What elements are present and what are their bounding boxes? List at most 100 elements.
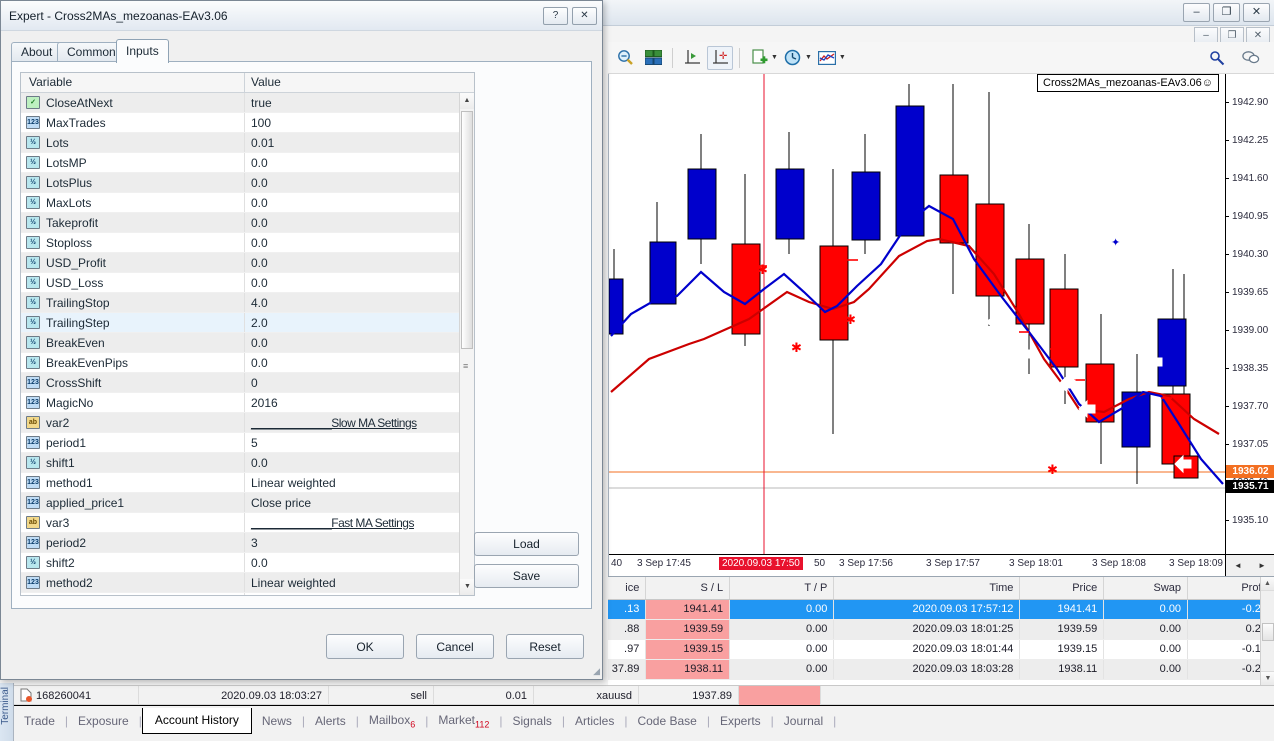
grid-body[interactable]: ✓CloseAtNext true 123MaxTrades 100 ½Lots… (21, 93, 474, 595)
grid-row[interactable]: abvar3 _____________Fast MA Settings (21, 513, 474, 533)
grid-row[interactable]: ✓CloseAtNext true (21, 93, 474, 113)
variable-value[interactable]: 0.0 (245, 333, 474, 352)
variable-value[interactable]: 2.0 (245, 313, 474, 332)
variable-value[interactable]: 0.0 (245, 253, 474, 272)
variable-value[interactable]: 0.0 (245, 273, 474, 292)
tab-inputs[interactable]: Inputs (116, 39, 169, 63)
grid-row[interactable]: ½BreakEvenPips 0.0 (21, 353, 474, 373)
variable-value[interactable]: 3 (245, 533, 474, 552)
indicators-icon[interactable] (814, 46, 840, 70)
variable-value[interactable]: 0 (245, 373, 474, 392)
grid-row[interactable]: ½BreakEven 0.0 (21, 333, 474, 353)
chat-icon[interactable] (1238, 46, 1264, 70)
grid-row[interactable]: abvar2 _____________Slow MA Settings (21, 413, 474, 433)
variable-value[interactable]: 5 (245, 433, 474, 452)
grid-row[interactable]: 123applied_price1 Close price (21, 493, 474, 513)
scroll-right-icon[interactable]: ► (1258, 561, 1266, 570)
account-history-table[interactable]: ice S / L T / P Time Price Swap Profit .… (608, 577, 1274, 680)
ok-button[interactable]: OK (326, 634, 404, 659)
grid-row[interactable]: 123method1 Linear weighted (21, 473, 474, 493)
grid-col-variable[interactable]: Variable (21, 73, 245, 92)
grid-row[interactable]: 123period2 3 (21, 533, 474, 553)
variable-value[interactable]: 2016 (245, 393, 474, 412)
dialog-close-button[interactable]: ✕ (572, 7, 597, 25)
scroll-down-icon[interactable]: ▼ (1261, 671, 1274, 685)
variable-value[interactable]: 0.0 (245, 193, 474, 212)
variable-value[interactable]: 0.0 (245, 553, 474, 572)
col-take-profit[interactable]: T / P (730, 577, 834, 599)
expert-properties-dialog[interactable]: Expert - Cross2MAs_mezoanas-EAv3.06 ? ✕ … (0, 0, 603, 680)
variable-value[interactable]: 0.0 (245, 213, 474, 232)
grid-row[interactable]: ½shift1 0.0 (21, 453, 474, 473)
zoom-out-icon[interactable] (612, 46, 638, 70)
variable-value[interactable]: _____________Slow MA Settings (251, 416, 417, 430)
window-controls-outer[interactable]: – ❐ ✕ (1183, 3, 1270, 22)
tab-code-base[interactable]: Code Base (627, 710, 706, 732)
terminal-vertical-scrollbar[interactable]: ▲ ▼ (1260, 577, 1274, 685)
grid-scrollbar-thumb[interactable] (461, 111, 473, 349)
col-stop-loss[interactable]: S / L (646, 577, 730, 599)
price-axis[interactable]: 1942.90 1942.25 1941.60 1940.95 1940.30 … (1225, 74, 1274, 554)
variable-value[interactable]: 0.0 (245, 153, 474, 172)
save-button[interactable]: Save (474, 564, 579, 588)
scrollbar-thumb[interactable] (1262, 623, 1274, 641)
grid-row[interactable]: ½LotsMP 0.0 (21, 153, 474, 173)
preset-buttons[interactable]: Load Save (474, 532, 579, 596)
variable-value[interactable]: _____________Fast MA Settings (251, 516, 414, 530)
grid-row[interactable]: 123MagicNo 2016 (21, 393, 474, 413)
search-icon[interactable] (1204, 46, 1230, 70)
grid-row[interactable]: ½LotsPlus 0.0 (21, 173, 474, 193)
cancel-button[interactable]: Cancel (416, 634, 494, 659)
grid-row[interactable]: ½USD_Profit 0.0 (21, 253, 474, 273)
terminal-tab-bar[interactable]: Trade | Exposure | Account History News … (0, 705, 1274, 741)
tab-journal[interactable]: Journal (774, 710, 833, 732)
terminal-panel[interactable]: ice S / L T / P Time Price Swap Profit .… (608, 576, 1274, 685)
time-axis[interactable]: 40 3 Sep 17:45 3 Sep 2020.09.03 17:50 50… (609, 554, 1225, 576)
grid-row[interactable]: 123MaxTrades 100 (21, 113, 474, 133)
variable-value[interactable]: true (245, 93, 474, 112)
grid-row[interactable]: ½Stoploss 0.0 (21, 233, 474, 253)
variable-value[interactable]: Linear weighted (245, 573, 474, 592)
table-row[interactable]: .13 1941.41 0.00 2020.09.03 17:57:12 194… (608, 599, 1274, 619)
variable-value[interactable]: 0.01 (245, 133, 474, 152)
grid-row[interactable]: 123method2 Linear weighted (21, 573, 474, 593)
variable-value[interactable]: Linear weighted (245, 473, 474, 492)
variable-value[interactable]: 0.0 (245, 453, 474, 472)
indicators-dropdown-icon[interactable]: ▼ (839, 54, 846, 61)
col-time[interactable]: Time (834, 577, 1020, 599)
tab-trade[interactable]: Trade (14, 710, 65, 732)
chart-toolbar[interactable]: ✛ ▼ ▼ ▼ (608, 42, 1274, 74)
grid-row[interactable]: ½Takeprofit 0.0 (21, 213, 474, 233)
load-button[interactable]: Load (474, 532, 579, 556)
table-row[interactable]: .88 1939.59 0.00 2020.09.03 18:01:25 193… (608, 619, 1274, 639)
tab-account-history[interactable]: Account History (142, 708, 252, 734)
scroll-up-icon[interactable]: ▲ (1261, 577, 1274, 591)
toolbar-right-group[interactable] (1204, 46, 1274, 70)
variable-value[interactable]: 0.0 (245, 353, 474, 372)
tab-about[interactable]: About (11, 42, 62, 61)
grid-row[interactable]: ½TrailingStop 4.0 (21, 293, 474, 313)
variable-value[interactable]: 4.0 (245, 293, 474, 312)
tab-exposure[interactable]: Exposure (68, 710, 139, 732)
tab-news[interactable]: News (252, 710, 302, 732)
col-price[interactable]: Price (1020, 577, 1104, 599)
inputs-grid-scrollbar[interactable]: ▲ ≡ ▼ (459, 93, 474, 595)
grid-row[interactable]: 123CrossShift 0 (21, 373, 474, 393)
grid-scroll-up-icon[interactable]: ▲ (460, 93, 474, 109)
tab-alerts[interactable]: Alerts (305, 710, 356, 732)
grid-row[interactable]: 123period1 5 (21, 433, 474, 453)
grid-col-value[interactable]: Value (245, 73, 474, 92)
table-row[interactable]: 37.89 1938.11 0.00 2020.09.03 18:03:28 1… (608, 659, 1274, 679)
tab-experts[interactable]: Experts (710, 710, 771, 732)
chart-horizontal-scrollbar[interactable]: ◄ ► (1225, 554, 1274, 576)
terminal-panel-label[interactable]: Terminal (0, 683, 14, 741)
grid-row[interactable]: ½USD_Loss 0.0 (21, 273, 474, 293)
close-button[interactable]: ✕ (1243, 3, 1270, 22)
grid-scroll-down-icon[interactable]: ▼ (460, 579, 475, 595)
col-price-open[interactable]: ice (608, 577, 646, 599)
variable-value[interactable]: Close price (245, 493, 474, 512)
grid-row-selected[interactable]: ½TrailingStep 2.0 (21, 313, 474, 333)
tab-signals[interactable]: Signals (503, 710, 562, 732)
dialog-footer-buttons[interactable]: OK Cancel Reset (326, 634, 584, 659)
new-order-icon[interactable] (746, 46, 772, 70)
